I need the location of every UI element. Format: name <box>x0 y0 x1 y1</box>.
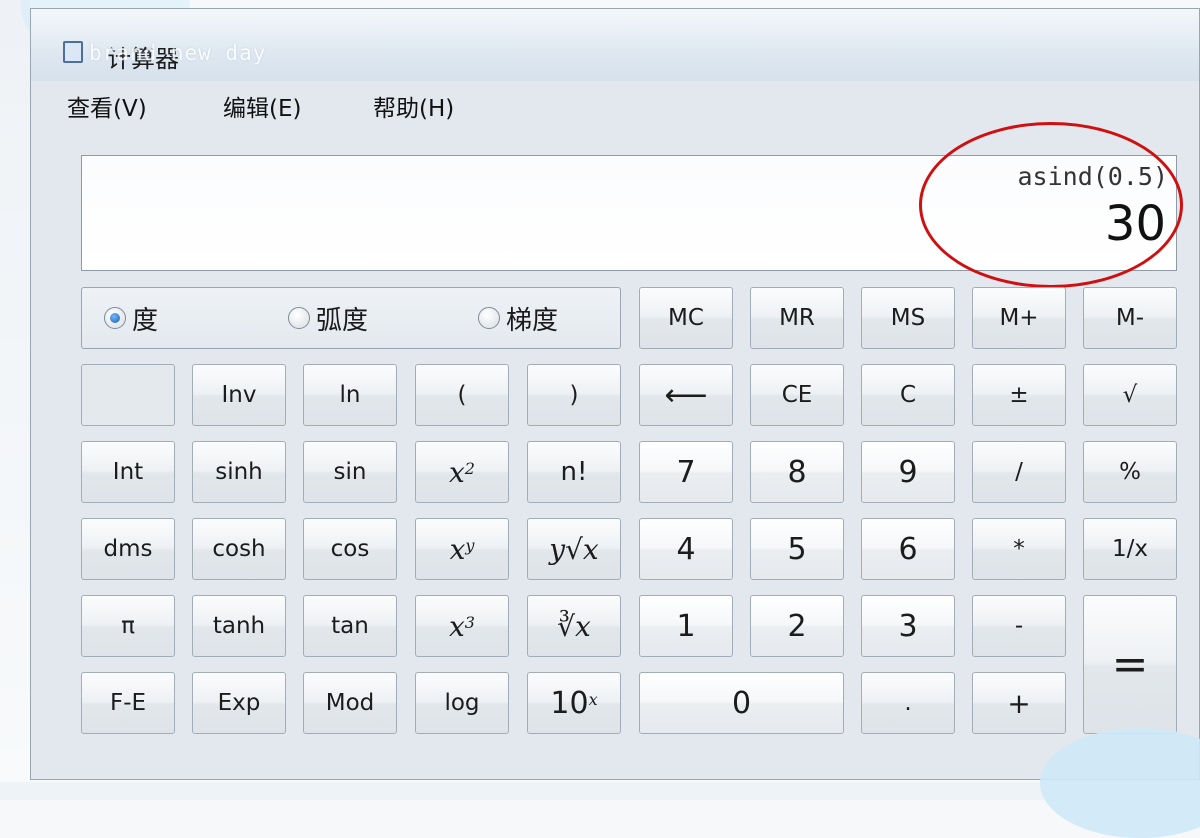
tanh-button[interactable]: tanh <box>192 595 286 657</box>
inv-button[interactable]: Inv <box>192 364 286 426</box>
square-exponent: 2 <box>464 458 475 478</box>
ln-button[interactable]: ln <box>303 364 397 426</box>
digit-2-button[interactable]: 2 <box>750 595 844 657</box>
m-minus-button[interactable]: M- <box>1083 287 1177 349</box>
cube-exponent: 3 <box>464 612 475 632</box>
menu-bar: 查看(V) 编辑(E) 帮助(H) <box>31 83 1199 129</box>
f-e-button[interactable]: F-E <box>81 672 175 734</box>
cube-root-button[interactable]: ∛x <box>527 595 621 657</box>
power-button[interactable]: xy <box>415 518 509 580</box>
square-base: x <box>449 455 465 489</box>
radio-degrees-label: 度 <box>132 305 159 336</box>
factorial-button[interactable]: n! <box>527 441 621 503</box>
digit-6-button[interactable]: 6 <box>861 518 955 580</box>
ce-button[interactable]: CE <box>750 364 844 426</box>
y-root-button[interactable]: y√x <box>527 518 621 580</box>
digit-8-button[interactable]: 8 <box>750 441 844 503</box>
menu-help[interactable]: 帮助(H) <box>373 89 454 123</box>
digit-5-button[interactable]: 5 <box>750 518 844 580</box>
dms-button[interactable]: dms <box>81 518 175 580</box>
multiply-button[interactable]: * <box>972 518 1066 580</box>
ms-button[interactable]: MS <box>861 287 955 349</box>
power-base: x <box>449 532 466 566</box>
radio-grads[interactable]: 梯度 <box>478 302 559 336</box>
sqrt-button[interactable]: √ <box>1083 364 1177 426</box>
digit-0-button[interactable]: 0 <box>639 672 844 734</box>
negate-button[interactable]: ± <box>972 364 1066 426</box>
title-bar: 计算器 brand new day <box>31 9 1199 81</box>
background-strip-bottom <box>0 782 1200 800</box>
calculator-window: 计算器 brand new day 查看(V) 编辑(E) 帮助(H) asin… <box>30 8 1200 780</box>
radio-grads-label: 梯度 <box>506 305 559 336</box>
log-button[interactable]: log <box>415 672 509 734</box>
background-strip <box>0 0 30 800</box>
power-exponent: y <box>465 535 475 555</box>
watermark-text: brand new day <box>89 41 267 65</box>
digit-3-button[interactable]: 3 <box>861 595 955 657</box>
right-paren-button[interactable]: ) <box>527 364 621 426</box>
add-button[interactable]: + <box>972 672 1066 734</box>
backspace-arrow-icon: ⟵ <box>664 377 708 413</box>
cosh-button[interactable]: cosh <box>192 518 286 580</box>
tan-button[interactable]: tan <box>303 595 397 657</box>
cube-button[interactable]: x3 <box>415 595 509 657</box>
radio-selected-icon <box>104 307 126 329</box>
reciprocal-button[interactable]: 1/x <box>1083 518 1177 580</box>
digit-7-button[interactable]: 7 <box>639 441 733 503</box>
pi-button[interactable]: π <box>81 595 175 657</box>
menu-view[interactable]: 查看(V) <box>67 89 147 123</box>
calculator-display: asind(0.5) 30 <box>81 155 1177 271</box>
decimal-button[interactable]: . <box>861 672 955 734</box>
left-paren-button[interactable]: ( <box>415 364 509 426</box>
menu-edit[interactable]: 编辑(E) <box>223 89 301 123</box>
ten-power-exponent: x <box>588 689 598 709</box>
c-button[interactable]: C <box>861 364 955 426</box>
sin-button[interactable]: sin <box>303 441 397 503</box>
percent-button[interactable]: % <box>1083 441 1177 503</box>
digit-1-button[interactable]: 1 <box>639 595 733 657</box>
square-button[interactable]: x2 <box>415 441 509 503</box>
calculator-app-icon <box>63 41 83 63</box>
radio-radians[interactable]: 弧度 <box>288 302 369 336</box>
digit-9-button[interactable]: 9 <box>861 441 955 503</box>
mc-button[interactable]: MC <box>639 287 733 349</box>
backspace-button[interactable]: ⟵ <box>639 364 733 426</box>
mod-button[interactable]: Mod <box>303 672 397 734</box>
subtract-button[interactable]: - <box>972 595 1066 657</box>
radio-radians-label: 弧度 <box>316 305 369 336</box>
blank-button <box>81 364 175 426</box>
radio-unselected-icon <box>288 307 310 329</box>
angle-mode-group: 度 弧度 梯度 <box>81 287 621 349</box>
digit-4-button[interactable]: 4 <box>639 518 733 580</box>
expression-line: asind(0.5) <box>1017 162 1168 191</box>
ten-power-button[interactable]: 10 x <box>527 672 621 734</box>
radio-degrees[interactable]: 度 <box>104 302 159 336</box>
sinh-button[interactable]: sinh <box>192 441 286 503</box>
equals-button[interactable]: = <box>1083 595 1177 734</box>
m-plus-button[interactable]: M+ <box>972 287 1066 349</box>
radio-unselected-icon <box>478 307 500 329</box>
ten-power-base: 10 <box>550 685 589 721</box>
exp-button[interactable]: Exp <box>192 672 286 734</box>
divide-button[interactable]: / <box>972 441 1066 503</box>
mr-button[interactable]: MR <box>750 287 844 349</box>
int-button[interactable]: Int <box>81 441 175 503</box>
cos-button[interactable]: cos <box>303 518 397 580</box>
cube-base: x <box>449 609 465 643</box>
result-value: 30 <box>1104 196 1166 252</box>
